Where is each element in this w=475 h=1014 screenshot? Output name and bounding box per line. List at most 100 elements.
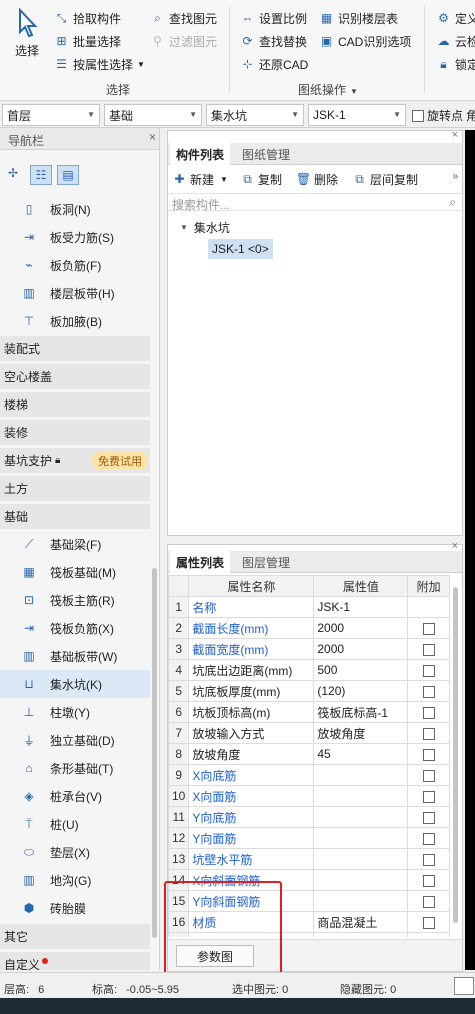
nav-item-found-strip[interactable]: ▥ 基础板带(W) [0,642,150,670]
more-icon[interactable]: » [452,171,458,182]
delete-button[interactable]: 🗑︎ 删除 [296,169,338,189]
category-stairs[interactable]: 楼梯 [0,392,150,417]
category-hollow-floor[interactable]: 空心楼盖 [0,364,150,389]
nav-item-trench[interactable]: ▥ 地沟(G) [0,866,150,894]
property-value[interactable]: 2000 [313,638,409,660]
category-assembly[interactable]: 装配式 [0,336,150,361]
table-row[interactable]: 5 坑底板厚度(mm) (120) [168,680,450,702]
param-diagram-button[interactable]: 参数图 [176,945,254,967]
new-button[interactable]: ✚ 新建 ▼ [172,169,227,189]
extra-checkbox[interactable] [422,706,435,719]
tree-item-jsk1[interactable]: JSK-1 <0> [208,239,273,259]
extra-checkbox[interactable] [422,727,435,740]
rotate-checkbox[interactable] [412,109,424,122]
batch-select-button[interactable]: ⊞ 批量选择 [54,31,121,51]
extra-checkbox[interactable] [422,685,435,698]
extra-checkbox[interactable] [422,643,435,656]
extra-checkbox[interactable] [422,769,435,782]
nav-item-slab-haunch[interactable]: ⊤ 板加腋(B) [0,307,150,335]
tree-parent[interactable]: ▼ 集水坑 [180,219,230,236]
table-row[interactable]: 9 X向底筋 [168,764,450,786]
extra-checkbox[interactable] [422,832,435,845]
property-value[interactable]: (混凝土20石) [313,932,409,937]
property-value[interactable] [313,848,409,870]
nav-item-slab-neg-rebar[interactable]: ⌁ 板负筋(F) [0,251,150,279]
extra-checkbox[interactable] [422,622,435,635]
property-value[interactable] [313,890,409,912]
property-value[interactable] [313,785,409,807]
tab-component-list[interactable]: 构件列表 [170,143,231,165]
nav-item-cushion[interactable]: ⬭ 垫层(X) [0,838,150,866]
detail-view-icon[interactable]: ▤ [57,165,79,185]
floor-select[interactable]: 首层 ▼ [2,104,100,126]
table-row[interactable]: 12 Y向面筋 [168,827,450,849]
table-row[interactable]: 2 截面长度(mm) 2000 [168,617,450,639]
nav-item-strip-found[interactable]: ⌂ 条形基础(T) [0,754,150,782]
property-value[interactable]: 2000 [313,617,409,639]
table-row[interactable]: 7 放坡输入方式 放坡角度 [168,722,450,744]
extra-checkbox[interactable] [422,811,435,824]
select-tool-button[interactable]: 选择 [6,8,48,68]
filter-element-button[interactable]: ⚲ 过滤图元 [150,31,217,51]
nav-item-found-beam[interactable]: ⟋ 基础梁(F) [0,530,150,558]
category-select[interactable]: 基础 ▼ [104,104,202,126]
extra-checkbox[interactable] [422,895,435,908]
search-icon[interactable]: ⌕ [449,195,456,210]
lock-button[interactable]: 🔒︎ 锁定 [436,54,475,74]
nav-item-pile[interactable]: ⍑ 桩(U) [0,810,150,838]
table-row[interactable]: 8 放坡角度 45 [168,743,450,765]
cad-options-button[interactable]: ▣ CAD识别选项 [319,31,412,51]
property-value[interactable]: 筏板底标高-1 [313,701,409,723]
category-earthwork[interactable]: 土方 [0,476,150,501]
table-row[interactable]: 3 截面宽度(mm) 2000 [168,638,450,660]
type-select[interactable]: 集水坑 ▼ [206,104,304,126]
nav-item-slab-rebar[interactable]: ⇥ 板受力筋(S) [0,223,150,251]
component-search[interactable]: 搜索构件... ⌕ [168,193,462,212]
table-row[interactable]: 10 X向面筋 [168,785,450,807]
nav-item-brick-mold[interactable]: ⬢ 砖胎膜 [0,894,150,922]
table-row[interactable]: 13 坑壁水平筋 [168,848,450,870]
category-others[interactable]: 其它 [0,924,150,949]
floor-copy-button[interactable]: ⧉ 层间复制 [352,169,418,189]
category-pit-support[interactable]: 基坑支护 🔒︎ 免费试用 [0,448,150,473]
table-row[interactable]: 15 Y向斜面钢筋 [168,890,450,912]
extra-checkbox[interactable] [422,874,435,887]
extra-checkbox[interactable] [422,790,435,803]
table-row[interactable]: 14 X向斜面钢筋 [168,869,450,891]
pin-icon[interactable]: ✢ [8,166,18,180]
property-value[interactable] [313,827,409,849]
copy-button[interactable]: ⧉ 复制 [240,169,282,189]
set-scale-button[interactable]: ⇔ 设置比例 [240,8,308,28]
extra-checkbox[interactable] [422,664,435,677]
close-icon[interactable]: × [149,130,156,144]
define-button[interactable]: ⚙ 定义 [436,8,475,28]
tab-layer-manage[interactable]: 图层管理 [236,551,296,573]
select-by-property-button[interactable]: ☰ 按属性选择 ▼ [54,54,145,74]
snap-toggle-icon[interactable] [454,977,474,995]
find-element-button[interactable]: ⌕ 查找图元 [150,8,217,28]
table-row[interactable]: 11 Y向底筋 [168,806,450,828]
category-foundation[interactable]: 基础 [0,504,150,529]
property-value[interactable]: (120) [313,680,409,702]
nav-item-raft[interactable]: ▦ 筏板基础(M) [0,558,150,586]
nav-item-pier[interactable]: ⊥ 柱墩(Y) [0,698,150,726]
nav-item-raft-neg[interactable]: ⇥ 筏板负筋(X) [0,614,150,642]
nav-item-floor-strip[interactable]: ▥ 楼层板带(H) [0,279,150,307]
nav-item-isolated[interactable]: ⏚ 独立基础(D) [0,726,150,754]
property-scrollbar[interactable] [453,587,458,923]
rotate-point-option[interactable]: 旋转点角 [412,107,475,124]
extra-checkbox[interactable] [422,916,435,929]
nav-item-pile-cap[interactable]: ◈ 桩承台(V) [0,782,150,810]
cloud-check-button[interactable]: ☁ 云检 [436,31,475,51]
nav-scrollbar[interactable] [152,568,157,938]
nav-item-slab-hole[interactable]: ▯ 板洞(N) [0,195,150,223]
table-row[interactable]: 17混凝土类型(混凝土20石) [168,932,450,937]
category-custom[interactable]: 自定义 [0,952,150,970]
free-trial-badge[interactable]: 免费试用 [92,451,148,470]
list-view-icon[interactable]: ☷ [30,165,52,185]
table-row[interactable]: 6 坑板顶标高(m) 筏板底标高-1 [168,701,450,723]
nav-item-raft-rebar[interactable]: ⊡ 筏板主筋(R) [0,586,150,614]
property-value[interactable]: 商品混凝土 [313,911,409,933]
category-decoration[interactable]: 装修 [0,420,150,445]
extra-checkbox[interactable] [422,853,435,866]
